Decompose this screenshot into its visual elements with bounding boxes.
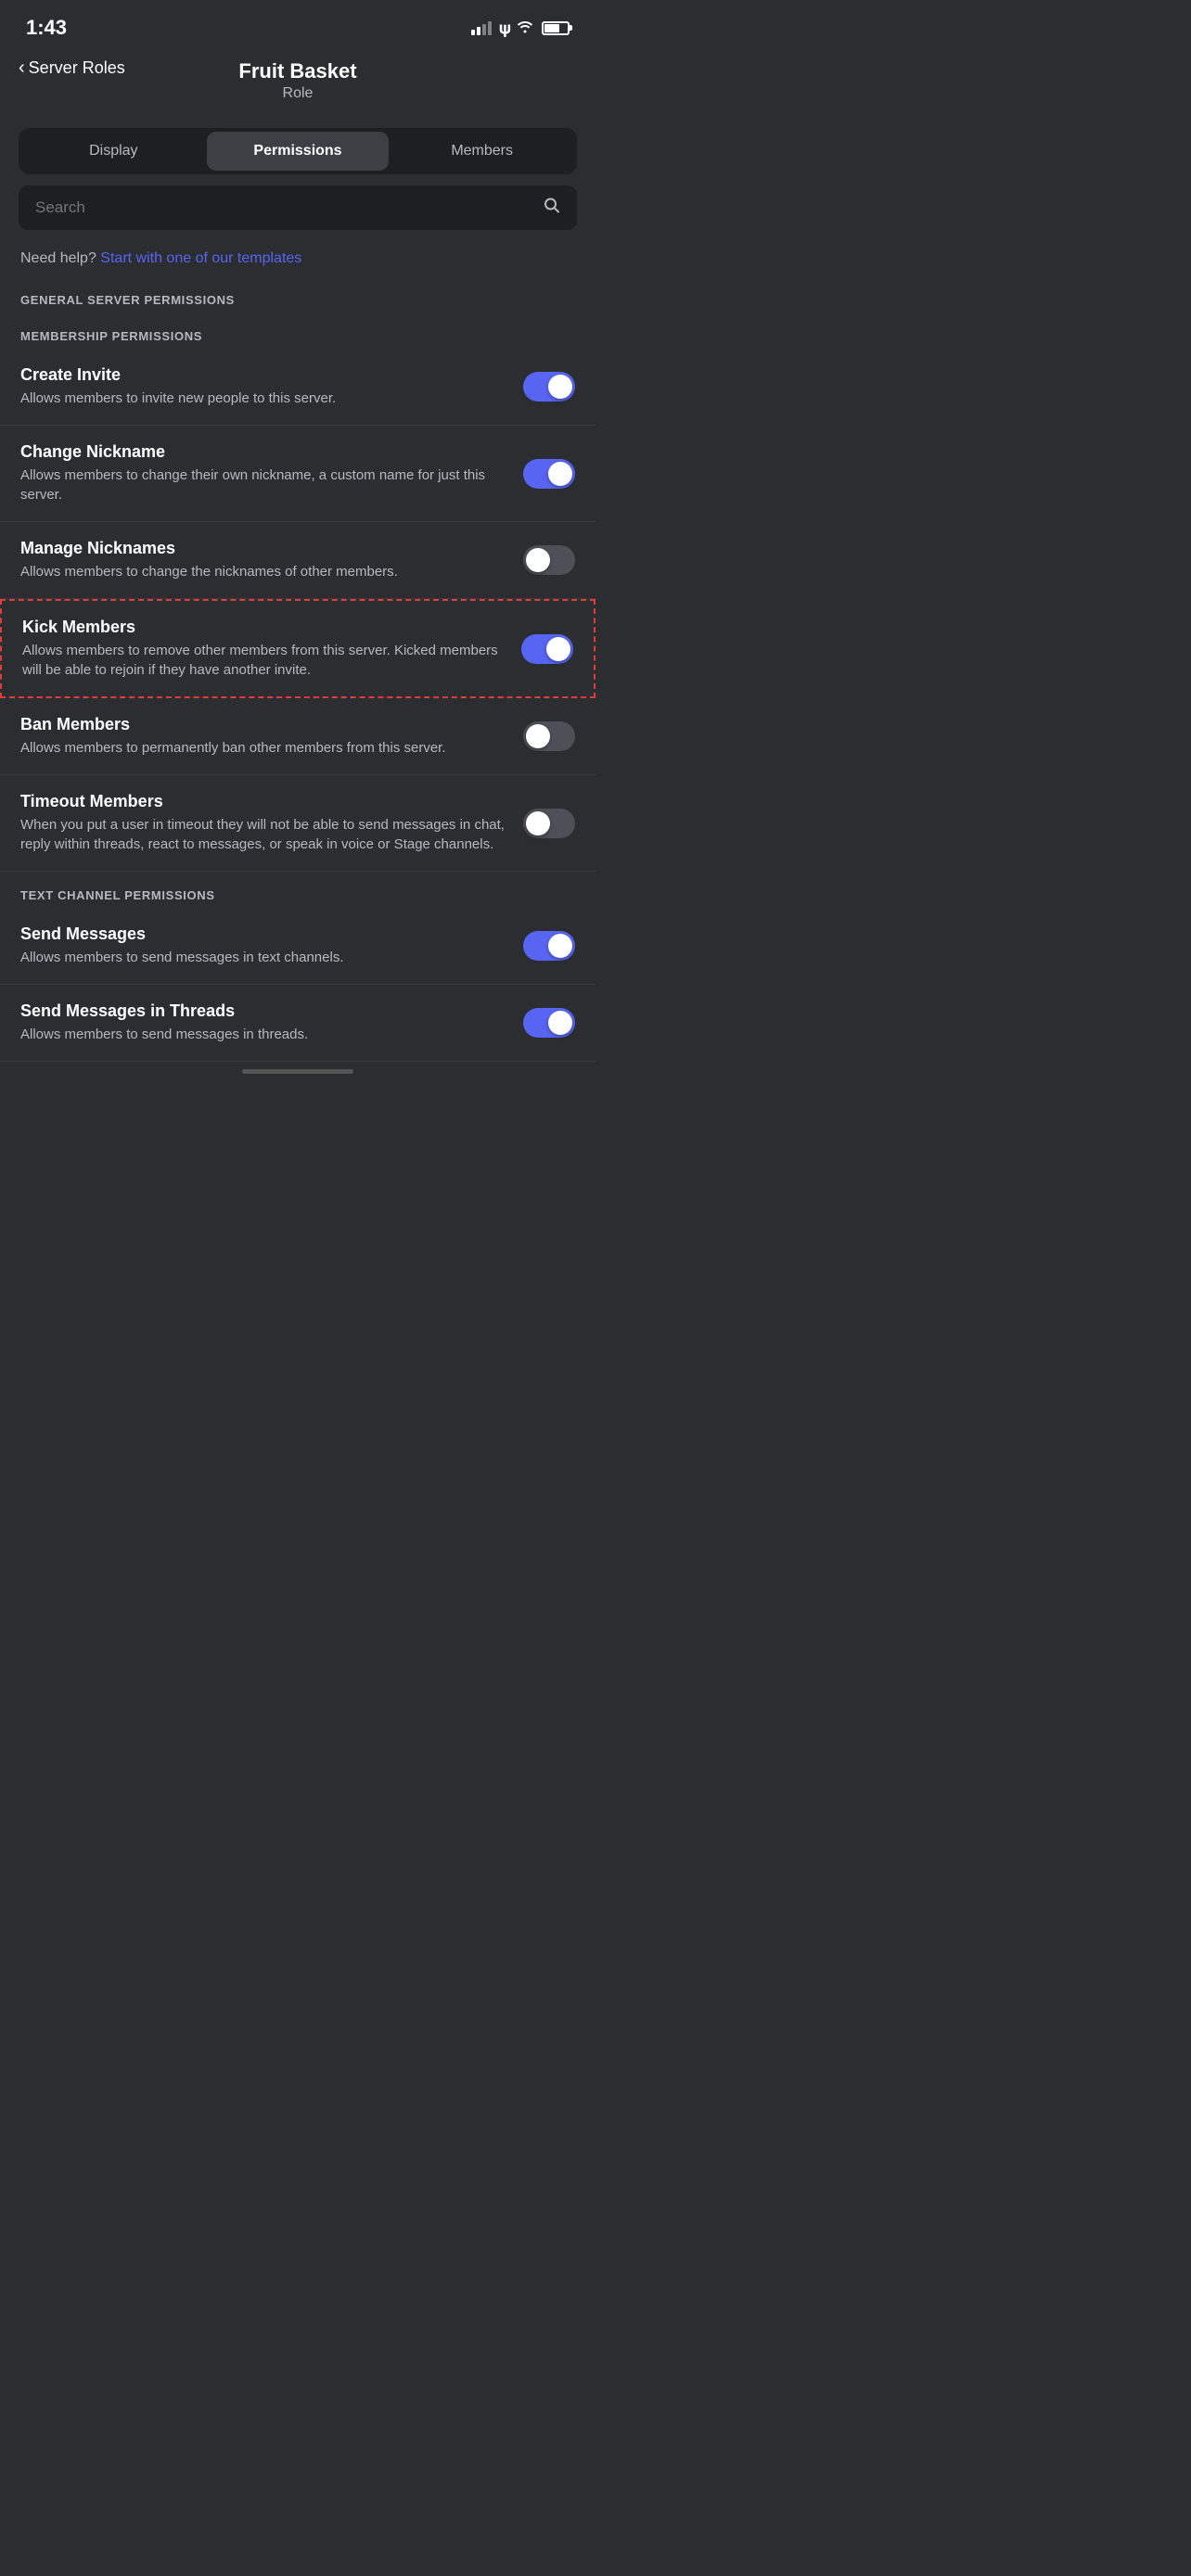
back-button[interactable]: ‹ Server Roles (19, 57, 125, 79)
permission-text-manage-nicknames: Manage Nicknames Allows members to chang… (20, 539, 505, 581)
permission-text-create-invite: Create Invite Allows members to invite n… (20, 365, 505, 408)
section-text-channel: TEXT CHANNEL PERMISSIONS Send Messages A… (0, 872, 596, 1062)
permission-manage-nicknames: Manage Nicknames Allows members to chang… (0, 522, 596, 599)
permission-text-send-messages: Send Messages Allows members to send mes… (20, 925, 505, 967)
page-subtitle: Role (283, 85, 314, 102)
permission-title-ban-members: Ban Members (20, 715, 505, 734)
permission-send-messages-threads: Send Messages in Threads Allows members … (0, 985, 596, 1062)
permission-change-nickname: Change Nickname Allows members to change… (0, 426, 596, 522)
battery-icon (542, 21, 570, 35)
tab-permissions[interactable]: Permissions (207, 132, 390, 171)
status-time: 1:43 (26, 16, 67, 40)
back-arrow-icon: ‹ (19, 57, 25, 79)
permission-title-send-messages-threads: Send Messages in Threads (20, 1001, 505, 1021)
permission-text-change-nickname: Change Nickname Allows members to change… (20, 442, 505, 504)
toggle-send-messages-threads[interactable] (523, 1008, 575, 1038)
toggle-ban-members[interactable] (523, 721, 575, 751)
permission-title-timeout-members: Timeout Members (20, 792, 505, 811)
permission-title-manage-nicknames: Manage Nicknames (20, 539, 505, 558)
search-icon (544, 198, 560, 219)
permission-title-send-messages: Send Messages (20, 925, 505, 944)
tab-display[interactable]: Display (22, 132, 205, 171)
permission-title-create-invite: Create Invite (20, 365, 505, 385)
scroll-indicator (0, 1062, 596, 1090)
toggle-manage-nicknames[interactable] (523, 545, 575, 575)
signal-icon (471, 20, 492, 35)
tab-members[interactable]: Members (391, 132, 573, 171)
permission-timeout-members: Timeout Members When you put a user in t… (0, 775, 596, 872)
section-membership: MEMBERSHIP PERMISSIONS Create Invite All… (0, 312, 596, 872)
permission-title-kick-members: Kick Members (22, 618, 503, 637)
permission-desc-timeout-members: When you put a user in timeout they will… (20, 815, 505, 854)
permission-desc-ban-members: Allows members to permanently ban other … (20, 738, 505, 758)
toggle-timeout-members[interactable] (523, 809, 575, 838)
status-bar: 1:43 𝛙 (0, 0, 596, 50)
permission-ban-members: Ban Members Allows members to permanentl… (0, 698, 596, 775)
help-link[interactable]: Start with one of our templates (100, 250, 301, 266)
section-header-membership: MEMBERSHIP PERMISSIONS (0, 312, 596, 349)
section-header-text-channel: TEXT CHANNEL PERMISSIONS (0, 872, 596, 908)
toggle-create-invite[interactable] (523, 372, 575, 402)
toggle-change-nickname[interactable] (523, 459, 575, 489)
permission-create-invite: Create Invite Allows members to invite n… (0, 349, 596, 426)
header: ‹ Server Roles Fruit Basket Role (0, 50, 596, 117)
wifi-icon: 𝛙 (499, 19, 534, 38)
toggle-kick-members[interactable] (521, 634, 573, 664)
toggle-send-messages[interactable] (523, 931, 575, 961)
permission-desc-kick-members: Allows members to remove other members f… (22, 641, 503, 680)
back-label: Server Roles (29, 58, 125, 78)
permission-desc-change-nickname: Allows members to change their own nickn… (20, 465, 505, 504)
section-general-server: GENERAL SERVER PERMISSIONS MEMBERSHIP PE… (0, 276, 596, 872)
permission-send-messages: Send Messages Allows members to send mes… (0, 908, 596, 985)
section-header-general: GENERAL SERVER PERMISSIONS (0, 276, 596, 312)
permission-kick-members: Kick Members Allows members to remove ot… (0, 599, 596, 698)
help-text: Need help? Start with one of our templat… (0, 241, 596, 276)
status-icons: 𝛙 (471, 19, 570, 38)
permission-desc-manage-nicknames: Allows members to change the nicknames o… (20, 562, 505, 581)
permission-text-timeout-members: Timeout Members When you put a user in t… (20, 792, 505, 854)
permission-desc-create-invite: Allows members to invite new people to t… (20, 389, 505, 408)
permission-text-kick-members: Kick Members Allows members to remove ot… (22, 618, 503, 680)
permission-title-change-nickname: Change Nickname (20, 442, 505, 462)
content: Need help? Start with one of our templat… (0, 241, 596, 1127)
page-title: Fruit Basket (238, 59, 356, 83)
permission-text-ban-members: Ban Members Allows members to permanentl… (20, 715, 505, 758)
permission-desc-send-messages-threads: Allows members to send messages in threa… (20, 1025, 505, 1044)
tab-bar: Display Permissions Members (19, 128, 577, 174)
search-input[interactable] (19, 185, 577, 230)
permission-text-send-messages-threads: Send Messages in Threads Allows members … (20, 1001, 505, 1044)
search-container (19, 185, 577, 230)
permission-desc-send-messages: Allows members to send messages in text … (20, 948, 505, 967)
